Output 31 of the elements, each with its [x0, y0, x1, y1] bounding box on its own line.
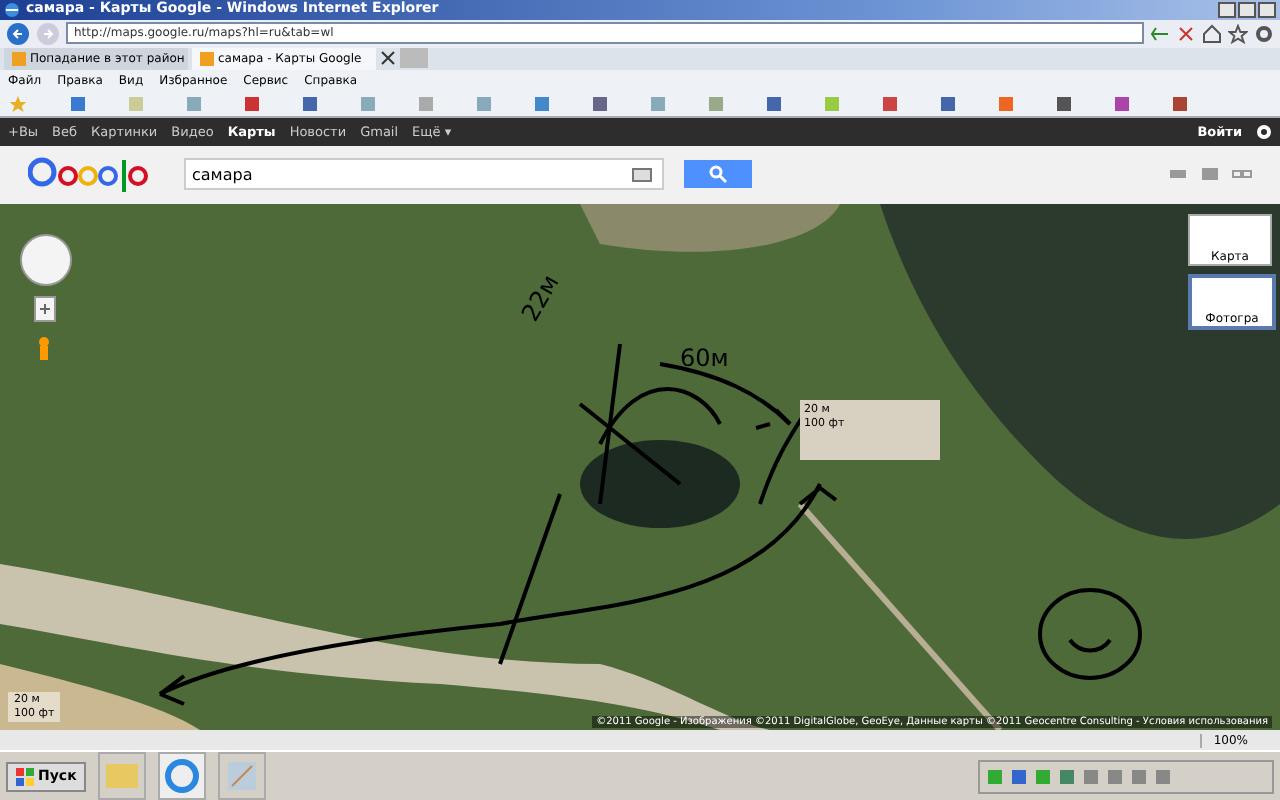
bookmark-icon[interactable]	[882, 96, 898, 113]
bookmark-icon[interactable]	[1056, 96, 1072, 113]
bookmark-icon[interactable]	[940, 96, 956, 113]
search-icon[interactable]	[708, 164, 728, 185]
ie-logo-icon[interactable]	[4, 1, 20, 18]
stop-icon[interactable]	[1176, 23, 1196, 44]
browser-icon[interactable]	[158, 752, 207, 800]
favorites-star-icon[interactable]	[8, 94, 28, 115]
star-icon[interactable]	[1228, 23, 1248, 44]
handwritten-note: 60м	[680, 344, 729, 373]
windows-logo-icon[interactable]	[16, 767, 34, 785]
page-icon[interactable]	[200, 51, 214, 66]
bookmark-icon[interactable]	[592, 96, 608, 113]
bookmark-icon[interactable]	[1172, 96, 1188, 113]
bookmark-icon[interactable]	[244, 96, 260, 113]
bookmark-icon[interactable]	[1114, 96, 1130, 113]
back-icon[interactable]	[6, 21, 30, 46]
home-icon[interactable]	[1202, 23, 1222, 44]
logo-drawing[interactable]	[28, 152, 152, 197]
satellite-map-drawing[interactable]	[0, 204, 1280, 731]
pegman-icon[interactable]	[36, 336, 52, 361]
bookmark-icon[interactable]	[302, 96, 318, 113]
bookmark-icon[interactable]	[766, 96, 782, 113]
paint-icon[interactable]	[218, 752, 267, 800]
keyboard-icon[interactable]	[632, 167, 652, 182]
bookmark-icon[interactable]	[998, 96, 1014, 113]
search-field[interactable]: самара	[184, 158, 664, 191]
bookmark-icon[interactable]	[534, 96, 550, 113]
bookmark-icon[interactable]	[70, 96, 86, 113]
zoom-in-icon[interactable]	[34, 296, 56, 323]
search-button[interactable]	[684, 160, 752, 189]
